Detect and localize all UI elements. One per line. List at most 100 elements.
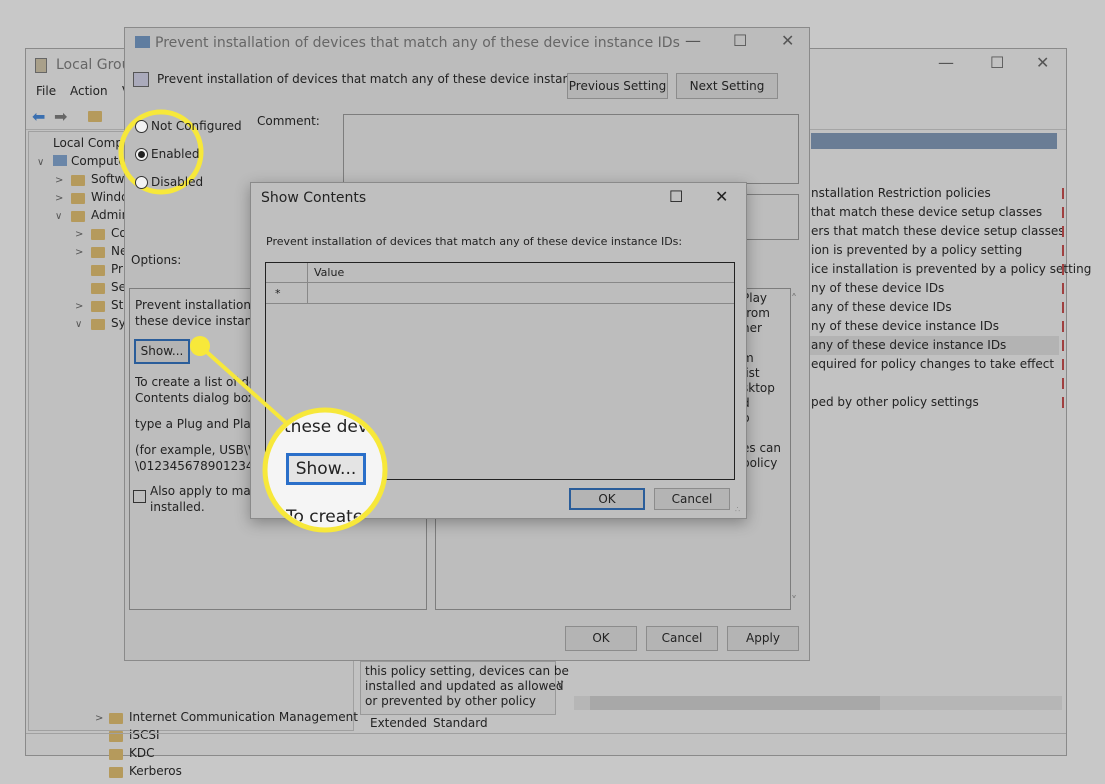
maximize-button[interactable]: ☐: [733, 31, 747, 50]
list-item[interactable]: ny of these device IDs: [811, 281, 944, 295]
show-contents-title: Show Contents: [261, 190, 367, 206]
tree-item[interactable]: Kerberos: [129, 764, 182, 778]
state-marker: [1062, 340, 1064, 351]
previous-setting-button[interactable]: Previous Setting: [567, 73, 668, 99]
maximize-button[interactable]: ☐: [990, 53, 1004, 72]
close-button[interactable]: ✕: [781, 31, 794, 50]
radio-label: Disabled: [151, 175, 204, 189]
folder-icon: [91, 301, 105, 312]
list-item[interactable]: nstallation Restriction policies: [811, 186, 991, 200]
tree-item[interactable]: Compute: [71, 154, 126, 168]
chevron-right-icon: >: [95, 713, 104, 724]
list-item[interactable]: ers that match these device setup classe…: [811, 224, 1065, 238]
cancel-button[interactable]: Cancel: [654, 488, 730, 510]
chevron-down-icon: ∨: [55, 211, 63, 222]
menu-action[interactable]: Action: [70, 84, 108, 98]
close-button[interactable]: ✕: [1036, 53, 1049, 72]
chevron-right-icon: >: [75, 229, 84, 240]
folder-icon: [71, 211, 85, 222]
maximize-button[interactable]: ☐: [669, 187, 683, 206]
up-folder-icon[interactable]: [88, 111, 102, 122]
list-header-bar: [811, 133, 1057, 149]
row-divider: [266, 303, 734, 304]
list-item[interactable]: ny of these device instance IDs: [811, 319, 999, 333]
state-marker: [1062, 378, 1064, 389]
state-marker: [1062, 226, 1064, 237]
list-item[interactable]: any of these device IDs: [811, 300, 952, 314]
tree-item[interactable]: Windo: [91, 190, 129, 204]
description-line: this policy setting, devices can be: [365, 664, 569, 678]
next-setting-button[interactable]: Next Setting: [676, 73, 778, 99]
description-line: installed and updated as allowed: [365, 679, 564, 693]
menu-file[interactable]: File: [36, 84, 56, 98]
tree-item[interactable]: KDC: [129, 746, 155, 760]
horizontal-scrollbar[interactable]: [574, 696, 1062, 710]
radio-disabled[interactable]: [135, 176, 148, 189]
folder-icon: [71, 193, 85, 204]
column-header-value: Value: [314, 266, 345, 279]
tree-item[interactable]: Internet Communication Management: [129, 710, 358, 724]
zoom-callout-content: these devi Show... To create: [268, 413, 382, 527]
minimize-button[interactable]: —: [685, 31, 701, 50]
list-item[interactable]: that match these device setup classes: [811, 205, 1042, 219]
list-item[interactable]: any of these device instance IDs: [811, 338, 1006, 352]
chevron-right-icon: >: [75, 301, 84, 312]
back-arrow-icon[interactable]: ⬅: [32, 107, 45, 126]
setting-name: Prevent installation of devices that mat…: [157, 72, 607, 86]
chevron-right-icon: >: [55, 175, 64, 186]
radio-not-configured[interactable]: [135, 120, 148, 133]
chevron-right-icon: >: [75, 247, 84, 258]
state-marker: [1062, 264, 1064, 275]
options-text: \0123456789012345: [135, 459, 262, 473]
also-apply-checkbox[interactable]: [133, 490, 146, 503]
cancel-button[interactable]: Cancel: [646, 626, 718, 651]
list-item[interactable]: equired for policy changes to take effec…: [811, 357, 1054, 371]
policy-icon: [135, 36, 150, 48]
folder-icon: [91, 283, 105, 294]
scroll-down-icon[interactable]: ∨: [556, 677, 565, 691]
zoomed-show-button: Show...: [286, 453, 366, 485]
list-item[interactable]: ion is prevented by a policy setting: [811, 243, 1022, 257]
folder-icon: [91, 247, 105, 258]
value-cell-input[interactable]: [308, 284, 734, 303]
help-text-line: es can: [742, 441, 782, 455]
show-button[interactable]: Show...: [134, 339, 190, 364]
folder-icon: [91, 319, 105, 330]
ok-button[interactable]: OK: [565, 626, 637, 651]
folder-icon: [71, 175, 85, 186]
minimize-button[interactable]: —: [938, 53, 954, 72]
chevron-down-icon: ∨: [75, 319, 83, 330]
options-label: Options:: [131, 253, 182, 267]
row-marker: *: [275, 287, 281, 300]
forward-arrow-icon[interactable]: ➡: [54, 107, 67, 126]
dialog-title: Prevent installation of devices that mat…: [155, 35, 680, 51]
tab-extended[interactable]: Extended: [370, 716, 427, 730]
chevron-right-icon: >: [55, 193, 64, 204]
comment-label: Comment:: [257, 114, 320, 128]
state-marker: [1062, 397, 1064, 408]
help-text-line: policy: [742, 456, 778, 470]
status-bar: [26, 733, 1066, 734]
radio-label: Enabled: [151, 147, 200, 161]
resize-grip-icon[interactable]: ∴: [735, 505, 740, 514]
comment-textarea[interactable]: [343, 114, 799, 184]
state-marker: [1062, 302, 1064, 313]
state-marker: [1062, 188, 1064, 199]
ok-button[interactable]: OK: [569, 488, 645, 510]
extended-description: this policy setting, devices can be inst…: [360, 661, 569, 715]
scroll-down-icon[interactable]: ˅: [791, 594, 797, 608]
checkbox-label: installed.: [150, 500, 205, 514]
folder-icon: [91, 229, 105, 240]
radio-enabled[interactable]: [135, 148, 148, 161]
scroll-up-icon[interactable]: ˄: [791, 292, 797, 306]
tree-item[interactable]: Local Compu: [53, 136, 131, 150]
close-button[interactable]: ✕: [715, 187, 728, 206]
folder-icon: [109, 713, 123, 724]
list-item[interactable]: ped by other policy settings: [811, 395, 979, 409]
tree-item[interactable]: iSCSI: [129, 728, 160, 742]
tab-standard[interactable]: Standard: [433, 716, 488, 730]
state-marker: [1062, 207, 1064, 218]
list-item[interactable]: ice installation is prevented by a polic…: [811, 262, 1091, 276]
radio-label: Not Configured: [151, 119, 242, 133]
apply-button[interactable]: Apply: [727, 626, 799, 651]
